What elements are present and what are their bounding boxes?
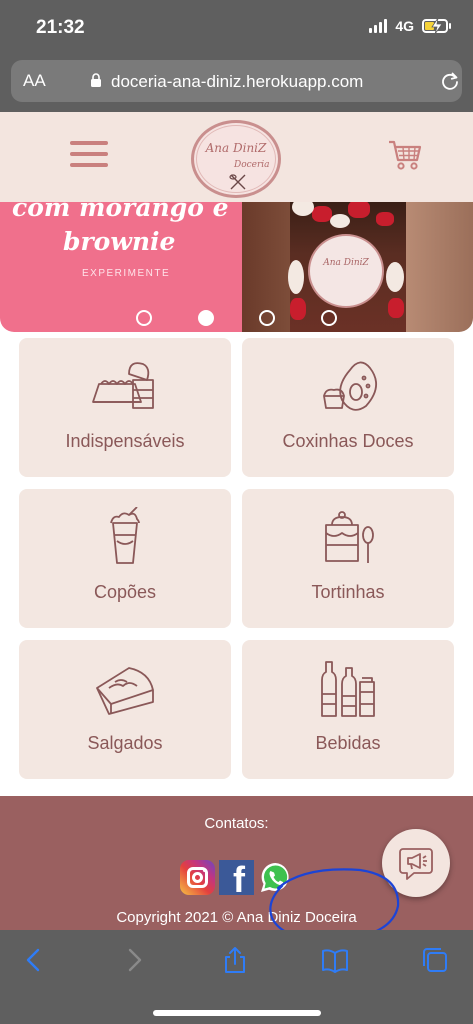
category-card-copoes[interactable]: Copões (19, 489, 231, 628)
phone-screen: 21:32 4G AA doceria-ana-diniz.herokuapp.… (0, 0, 473, 1024)
hamburger-menu-icon[interactable] (70, 141, 108, 169)
category-label: Salgados (87, 733, 163, 753)
category-card-salgados[interactable]: Salgados (19, 640, 231, 779)
text-size-button[interactable]: AA (23, 71, 46, 91)
facebook-icon[interactable]: f (219, 860, 254, 895)
contacts-title: Contatos: (204, 815, 269, 832)
back-icon[interactable] (20, 946, 48, 974)
status-indicators: 4G (369, 18, 451, 34)
brand-logo[interactable]: Ana DiniZ Doceria (191, 120, 281, 198)
address-bar[interactable]: AA doceria-ana-diniz.herokuapp.com (11, 60, 462, 102)
cellular-signal-icon (369, 19, 388, 33)
carousel-dot-4[interactable] (321, 310, 337, 326)
lock-icon (91, 73, 101, 87)
tabs-icon[interactable] (421, 946, 449, 974)
dessert-cup-icon (325, 511, 374, 563)
category-label: Bebidas (315, 733, 381, 753)
site-header: Ana DiniZ Doceria (0, 112, 473, 202)
whisk-spoon-icon (229, 174, 246, 190)
browser-toolbar (0, 930, 473, 1024)
whatsapp-icon[interactable] (258, 860, 293, 895)
url-text[interactable]: doceria-ana-diniz.herokuapp.com (111, 72, 363, 92)
logo-name: Ana DiniZ (205, 141, 267, 155)
avocado-coxinha-icon (323, 361, 377, 411)
promo-cta: EXPERIMENTE (82, 268, 171, 279)
category-label: Copões (93, 582, 157, 602)
promo-product-photo: Ana DiniZ (242, 202, 473, 332)
promo-carousel[interactable]: com morango e brownie EXPERIMENTE Ana Di… (0, 202, 473, 332)
category-card-coxinhas-doces[interactable]: Coxinhas Doces (242, 338, 454, 477)
share-icon[interactable] (221, 946, 249, 974)
jar-label-text: Ana DiniZ (323, 258, 369, 268)
category-card-tortinhas[interactable]: Tortinhas (242, 489, 454, 628)
category-label: Indispensáveis (65, 431, 185, 451)
category-card-indispensaveis[interactable]: Indispensáveis (19, 338, 231, 477)
carousel-dot-3[interactable] (259, 310, 275, 326)
drinks-bottles-icon (321, 661, 375, 717)
category-label: Coxinhas Doces (282, 431, 414, 451)
promo-headline-line1: com morango e (12, 202, 229, 222)
promo-headline-line2: brownie (63, 227, 176, 256)
status-bar: 21:32 4G (0, 0, 473, 56)
logo-subtitle: Doceria (234, 160, 270, 170)
shopping-cart-icon[interactable] (387, 138, 423, 172)
category-card-bebidas[interactable]: Bebidas (242, 640, 454, 779)
battery-icon (422, 18, 451, 34)
category-label: Tortinhas (311, 582, 385, 602)
carousel-dot-1[interactable] (136, 310, 152, 326)
browser-address-area: AA doceria-ana-diniz.herokuapp.com (0, 56, 473, 112)
social-links: f (180, 860, 293, 895)
bookmarks-icon[interactable] (321, 946, 349, 974)
reload-icon[interactable] (440, 71, 460, 91)
dessert-jar: Ana DiniZ (288, 202, 406, 332)
status-time: 21:32 (36, 17, 85, 38)
megaphone-icon (399, 848, 433, 880)
milkshake-cup-icon (110, 507, 140, 564)
announcements-fab[interactable] (382, 829, 450, 897)
network-type: 4G (395, 18, 414, 34)
charging-bolt-icon (431, 18, 443, 34)
instagram-icon[interactable] (180, 860, 215, 895)
jar-label: Ana DiniZ (308, 234, 384, 308)
copyright-text: Copyright 2021 © Ana Diniz Doceira (116, 909, 357, 926)
carousel-dot-2[interactable] (198, 310, 214, 326)
facebook-glyph: f (233, 860, 245, 896)
home-indicator (153, 1010, 321, 1016)
cake-slice-icon (92, 362, 154, 409)
forward-icon[interactable] (120, 946, 148, 974)
pie-slice-icon (96, 667, 154, 715)
